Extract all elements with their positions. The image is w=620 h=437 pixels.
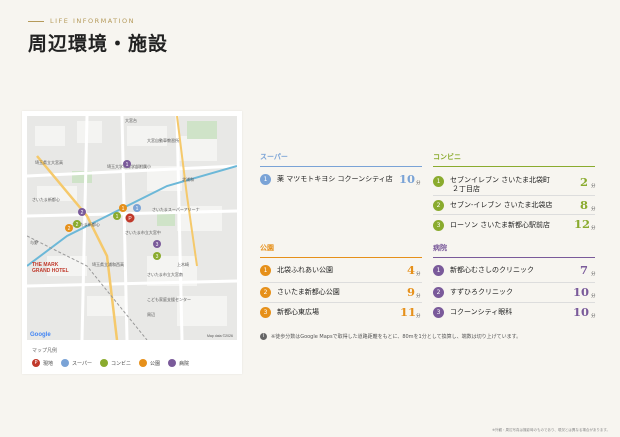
section-park: 公園 (260, 243, 422, 258)
hosp-marker-icon (168, 359, 176, 367)
list-item[interactable]: 1 薬 マツモトキヨシ コクーンシティ店 (260, 174, 393, 185)
list-item[interactable]: 3 コクーンシティ眼科 (433, 307, 512, 318)
legend-title: マップ凡例 (32, 348, 58, 354)
list-item[interactable]: 3 ローソン さいたま新都心駅前店 (433, 220, 550, 231)
svg-text:埼玉県立大宮高: 埼玉県立大宮高 (35, 159, 63, 165)
legend-item-site: P 現地 (32, 359, 53, 367)
svg-text:さいたま市立大宮中: さいたま市立大宮中 (125, 229, 161, 235)
eyebrow: LIFE INFORMATION (28, 17, 135, 25)
svg-text:さいたま市立大宮南: さいたま市立大宮南 (147, 271, 183, 277)
list-item[interactable]: 2 セブン-イレブン さいたま北袋店 (433, 200, 552, 211)
svg-text:Map data ©2026: Map data ©2026 (207, 334, 233, 338)
svg-text:1: 1 (136, 206, 139, 212)
map-card: 大宮台大宮自動車教習所 埼玉県立大宮高埼玉大学教育学部附属小 北浦和さいたま新都… (22, 111, 242, 374)
svg-text:3: 3 (156, 242, 159, 248)
footer-disclaimer: ※外観・周辺写真は撮影時のものであり、現況とは異なる場合があります。 (492, 428, 610, 432)
page-title: 周辺環境・施設 (28, 33, 169, 55)
svg-text:上木崎: 上木崎 (177, 261, 189, 267)
legend-item-hosp: 病院 (168, 359, 189, 367)
section-conv-title: コンビニ (433, 152, 461, 161)
list-item[interactable]: 1 北袋ふれあい公園 (260, 265, 333, 276)
map[interactable]: 大宮台大宮自動車教習所 埼玉県立大宮高埼玉大学教育学部附属小 北浦和さいたま新都… (27, 116, 237, 340)
section-hosp: 病院 (433, 243, 595, 258)
section-super: スーパー (260, 152, 422, 167)
svg-text:北浦和: 北浦和 (182, 176, 194, 182)
walk-time-note: i ※徒歩分数はGoogle Mapsで取得した道路距離をもとに、80mを1分と… (260, 333, 521, 340)
note-text: ※徒歩分数はGoogle Mapsで取得した道路距離をもとに、80mを1分として… (271, 334, 522, 340)
svg-text:大宮台: 大宮台 (125, 117, 137, 123)
eyebrow-text: LIFE INFORMATION (50, 17, 136, 25)
site-marker-icon: P (32, 359, 40, 367)
legend-item-park: 公園 (138, 359, 160, 367)
svg-text:3: 3 (156, 254, 159, 260)
svg-text:こども家庭支援センター: こども家庭支援センター (147, 296, 191, 302)
legend-item-super: スーパー (61, 359, 92, 367)
conv-marker-icon (99, 359, 108, 367)
super-marker-icon (61, 359, 70, 367)
svg-text:埼玉県立浦和西高: 埼玉県立浦和西高 (92, 261, 124, 267)
svg-text:Google: Google (30, 332, 51, 338)
list-item[interactable]: 1 新都心むさしのクリニック (433, 265, 534, 276)
legend-item-conv: コンビニ (99, 359, 131, 367)
section-conv: コンビニ (433, 152, 595, 167)
svg-text:2: 2 (76, 222, 79, 228)
section-park-title: 公園 (260, 243, 274, 252)
map-svg: 大宮台大宮自動車教習所 埼玉県立大宮高埼玉大学教育学部附属小 北浦和さいたま新都… (27, 116, 237, 340)
section-hosp-title: 病院 (433, 243, 447, 252)
svg-text:大宮自動車教習所: 大宮自動車教習所 (147, 137, 179, 143)
svg-text:2: 2 (81, 210, 84, 216)
list-item[interactable]: 1 セブンイレブン さいたま北袋町 ２丁目店 (433, 176, 550, 194)
section-super-title: スーパー (260, 152, 288, 161)
svg-text:さいたま新都心: さいたま新都心 (32, 196, 60, 202)
list-item[interactable]: 3 新都心東広場 (260, 307, 319, 318)
svg-text:周辺: 周辺 (147, 311, 155, 317)
list-item[interactable]: 2 すずひろクリニック (433, 287, 513, 298)
svg-text:1: 1 (126, 162, 129, 168)
park-marker-icon (138, 359, 147, 367)
svg-text:与野: 与野 (30, 239, 38, 245)
list-item[interactable]: 2 さいたま新都心公園 (260, 287, 340, 298)
map-legend: マップ凡例 P 現地 スーパー コンビニ 公園 病院 (32, 347, 189, 367)
svg-text:1: 1 (122, 206, 125, 212)
svg-text:GRAND HOTEL: GRAND HOTEL (32, 268, 69, 274)
info-icon: i (260, 333, 267, 340)
eyebrow-rule (28, 20, 44, 22)
svg-text:1: 1 (116, 214, 119, 220)
svg-text:2: 2 (68, 226, 71, 232)
svg-text:さいたまスーパーアリーナ: さいたまスーパーアリーナ (152, 206, 200, 212)
